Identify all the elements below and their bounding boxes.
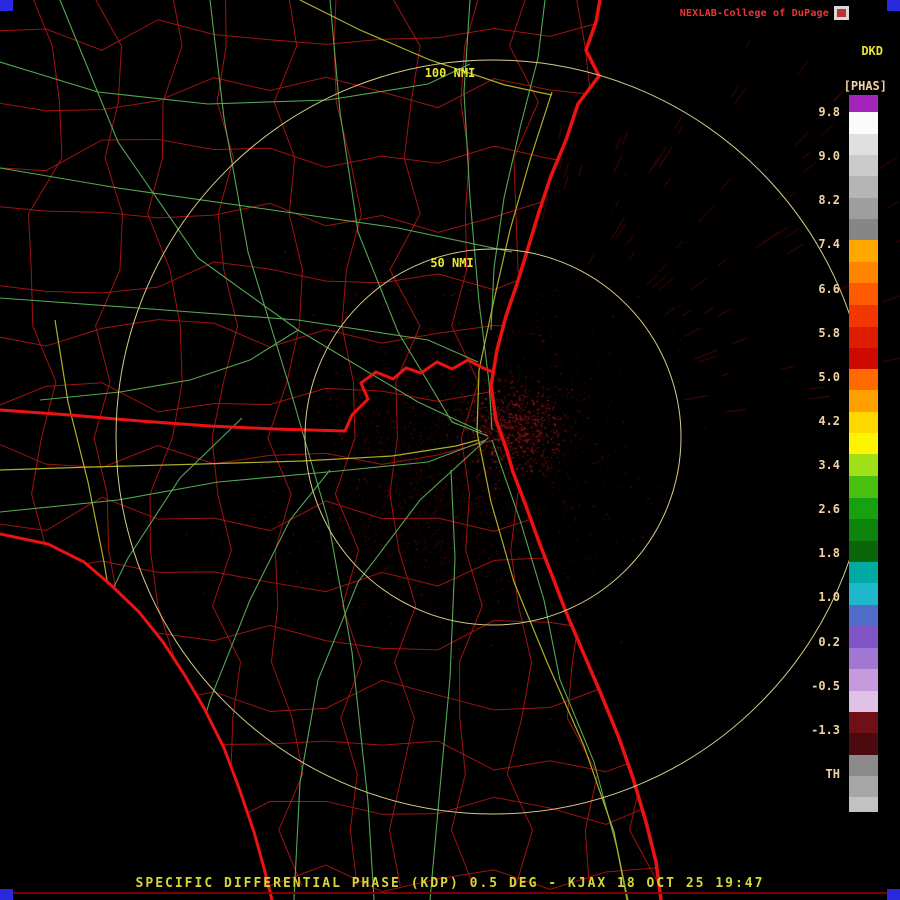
colorbar-segment bbox=[849, 411, 878, 434]
colorbar-segment bbox=[849, 176, 878, 198]
colorbar-segment bbox=[849, 733, 878, 755]
colorbar-segment bbox=[849, 475, 878, 498]
colorbar-segment bbox=[849, 305, 878, 327]
colorbar-segment bbox=[849, 519, 878, 541]
colorbar-units: [PHAS] bbox=[843, 79, 887, 93]
colorbar-segment bbox=[849, 112, 878, 134]
colorbar-segment bbox=[849, 604, 878, 626]
colorbar-tick-label: 5.8 bbox=[818, 325, 840, 340]
corner-marker-bottom-right bbox=[887, 889, 900, 900]
colorbar-tick-label: -0.5 bbox=[811, 678, 840, 693]
product-caption: SPECIFIC DIFFERENTIAL PHASE (KDP) 0.5 DE… bbox=[135, 876, 765, 891]
colorbar-segment bbox=[849, 583, 878, 605]
brand-text: NEXLAB-College of DuPage bbox=[679, 7, 829, 19]
map-layer: 100 NMI 50 NMI bbox=[0, 0, 871, 900]
colorbar-tick-label: 3.4 bbox=[818, 458, 840, 473]
colorbar-segment bbox=[849, 669, 878, 691]
colorbar-segment bbox=[849, 133, 878, 156]
colorbar-segment bbox=[849, 219, 878, 241]
colorbar-segment bbox=[849, 540, 878, 562]
colorbar-segment bbox=[849, 197, 878, 219]
colorbar-tick-label: 0.2 bbox=[818, 634, 840, 649]
radar-screen: 100 NMI 50 NMI NEXLAB-College of DuPage … bbox=[0, 0, 900, 900]
colorbar-tick-label: 1.8 bbox=[818, 546, 840, 561]
colorbar-segment bbox=[849, 240, 878, 262]
corner-marker-bottom-left bbox=[0, 889, 13, 900]
ring-label-50nmi: 50 NMI bbox=[430, 256, 473, 270]
cod-logo-icon bbox=[834, 6, 849, 20]
colorbar-segment bbox=[849, 776, 878, 798]
colorbar-tick-label: 9.8 bbox=[818, 105, 840, 119]
colorbar-segment bbox=[849, 690, 878, 713]
colorbar-tick-label: 2.6 bbox=[818, 502, 840, 517]
corner-marker-top-right bbox=[887, 0, 900, 11]
bottom-border-line bbox=[10, 892, 890, 894]
colorbar-segment bbox=[849, 282, 878, 306]
colorbar-segment bbox=[849, 433, 878, 455]
header: NEXLAB-College of DuPage bbox=[680, 6, 849, 20]
colorbar-segment bbox=[849, 326, 878, 348]
colorbar-segment bbox=[849, 347, 878, 370]
ring-label-100nmi: 100 NMI bbox=[425, 66, 476, 80]
colorbar-segment bbox=[849, 369, 878, 391]
colorbar-tick-label: 9.0 bbox=[818, 149, 840, 164]
colorbar-segment bbox=[849, 648, 878, 670]
colorbar-segment bbox=[849, 797, 878, 812]
colorbar-segment bbox=[849, 155, 878, 177]
colorbar-segment bbox=[849, 625, 878, 649]
colorbar-segment bbox=[849, 390, 878, 412]
corner-marker-top-left bbox=[0, 0, 13, 11]
roads-layer bbox=[0, 0, 629, 900]
colorbar-segment bbox=[849, 561, 878, 584]
county-boundaries-layer bbox=[0, 0, 661, 893]
colorbar-product-code: DKD bbox=[861, 44, 883, 58]
colorbar-tick-label: 8.2 bbox=[818, 193, 840, 208]
colorbar-tick-label: 5.0 bbox=[818, 369, 840, 384]
colorbar-segment bbox=[849, 498, 878, 520]
colorbar-tick-label: 1.0 bbox=[818, 590, 840, 605]
highways-layer bbox=[0, 0, 628, 900]
state-coast-borders-layer bbox=[0, 0, 663, 900]
colorbar-tick-label: TH bbox=[825, 766, 840, 781]
colorbar-tick-label: 7.4 bbox=[818, 237, 840, 252]
colorbar-gradient bbox=[849, 95, 878, 812]
colorbar-segment bbox=[849, 712, 878, 734]
colorbar-segment bbox=[849, 754, 878, 777]
colorbar-tick-label: 4.2 bbox=[818, 413, 840, 428]
colorbar-tick-label: -1.3 bbox=[811, 722, 840, 737]
colorbar-segment bbox=[849, 95, 878, 113]
colorbar-segment bbox=[849, 454, 878, 476]
colorbar-tick-label: 6.6 bbox=[818, 281, 840, 296]
colorbar-segment bbox=[849, 261, 878, 283]
